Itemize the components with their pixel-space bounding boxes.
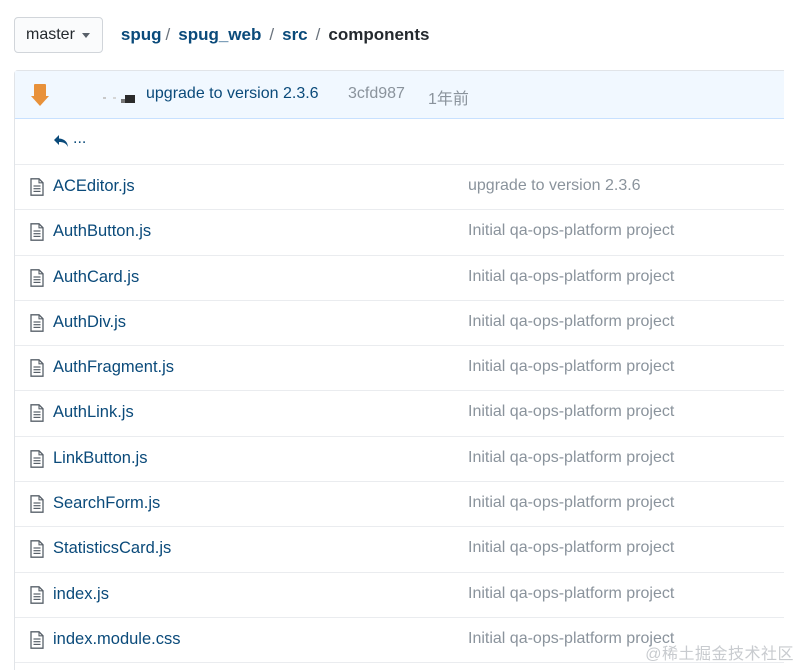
author-avatar-blurred — [103, 95, 135, 103]
file-icon — [30, 585, 44, 604]
parent-directory-link[interactable]: ... — [73, 130, 86, 148]
file-commit-message-link[interactable]: Initial qa-ops-platform project — [468, 222, 674, 240]
breadcrumb-link-src[interactable]: src — [282, 25, 308, 45]
file-name-link[interactable]: AuthCard.js — [53, 268, 139, 287]
reply-arrow-icon — [54, 135, 68, 147]
file-icon — [30, 540, 44, 559]
file-name-link[interactable]: StatisticsCard.js — [53, 539, 171, 558]
file-icon — [30, 404, 44, 423]
file-row[interactable]: AuthButton.js Initial qa-ops-platform pro… — [15, 210, 784, 256]
parent-directory-row[interactable]: ... — [15, 119, 784, 165]
file-row[interactable]: LinkButton.js Initial qa-ops-platform pro… — [15, 437, 784, 483]
file-name-link[interactable]: index.js — [53, 585, 109, 604]
file-name-link[interactable]: AuthButton.js — [53, 222, 151, 241]
file-commit-message-link[interactable]: Initial qa-ops-platform project — [468, 449, 674, 467]
file-row[interactable]: AuthFragment.js Initial qa-ops-platform p… — [15, 346, 784, 392]
file-row[interactable]: index.js Initial qa-ops-platform project — [15, 573, 784, 618]
commit-age: 1年前 — [428, 91, 469, 108]
file-icon — [30, 495, 44, 513]
file-list: upgrade to version 2.3.6 3cfd987 1年前 ...… — [14, 70, 784, 670]
file-commit-message-link[interactable]: Initial qa-ops-platform project — [468, 268, 674, 286]
breadcrumb-separator: / — [315, 25, 321, 44]
file-commit-message-link[interactable]: Initial qa-ops-platform project — [468, 494, 674, 512]
file-name-link[interactable]: ACEditor.js — [53, 177, 135, 196]
file-icon — [30, 449, 44, 468]
file-row[interactable]: AuthLink.js Initial qa-ops-platform proje… — [15, 391, 784, 437]
file-row[interactable]: SearchForm.js Initial qa-ops-platform pro… — [15, 482, 784, 528]
file-commit-message-link[interactable]: Initial qa-ops-platform project — [468, 630, 674, 648]
latest-commit-bar: upgrade to version 2.3.6 3cfd987 1年前 — [15, 71, 784, 119]
breadcrumb-separator: / — [165, 25, 171, 44]
file-row[interactable]: ACEditor.js upgrade to version 2.3.6 — [15, 165, 784, 211]
file-icon — [30, 178, 44, 196]
commit-message-link[interactable]: upgrade to version 2.3.6 — [146, 85, 319, 103]
breadcrumb-separator: / — [269, 25, 275, 44]
commit-sha[interactable]: 3cfd987 — [348, 85, 405, 103]
file-commit-message-link[interactable]: upgrade to version 2.3.6 — [468, 177, 641, 195]
branch-label: master — [26, 26, 75, 43]
file-name-link[interactable]: AuthLink.js — [53, 403, 134, 422]
file-name-link[interactable]: AuthDiv.js — [53, 313, 126, 332]
watermark: @稀土掘金技术社区 — [645, 646, 794, 663]
file-icon — [30, 314, 44, 332]
file-name-link[interactable]: SearchForm.js — [53, 494, 160, 513]
branch-selector[interactable]: master — [14, 17, 103, 53]
file-name-link[interactable]: LinkButton.js — [53, 449, 147, 468]
breadcrumb: spug / spug_web / src / components — [121, 25, 430, 45]
breadcrumb-link-spug-web[interactable]: spug_web — [178, 25, 261, 45]
repo-toolbar: master spug / spug_web / src / component… — [14, 16, 429, 54]
file-icon — [30, 223, 44, 242]
file-rows: ACEditor.js upgrade to version 2.3.6 AuthB… — [15, 165, 784, 664]
file-commit-message-link[interactable]: Initial qa-ops-platform project — [468, 313, 674, 331]
avatar[interactable] — [29, 84, 51, 106]
file-row[interactable]: StatisticsCard.js Initial qa-ops-platform… — [15, 527, 784, 573]
breadcrumb-current: components — [328, 25, 430, 44]
file-commit-message-link[interactable]: Initial qa-ops-platform project — [468, 585, 674, 603]
file-commit-message-link[interactable]: Initial qa-ops-platform project — [468, 403, 674, 421]
file-name-link[interactable]: AuthFragment.js — [53, 358, 174, 377]
file-icon — [30, 631, 44, 649]
file-commit-message-link[interactable]: Initial qa-ops-platform project — [468, 539, 674, 557]
file-commit-message-link[interactable]: Initial qa-ops-platform project — [468, 358, 674, 376]
file-row[interactable]: AuthDiv.js Initial qa-ops-platform projec… — [15, 301, 784, 347]
caret-down-icon — [81, 32, 90, 38]
file-row[interactable]: AuthCard.js Initial qa-ops-platform proje… — [15, 256, 784, 301]
file-name-link[interactable]: index.module.css — [53, 630, 180, 649]
breadcrumb-link-repo[interactable]: spug — [121, 25, 162, 45]
file-icon — [30, 359, 44, 378]
file-icon — [30, 268, 44, 287]
